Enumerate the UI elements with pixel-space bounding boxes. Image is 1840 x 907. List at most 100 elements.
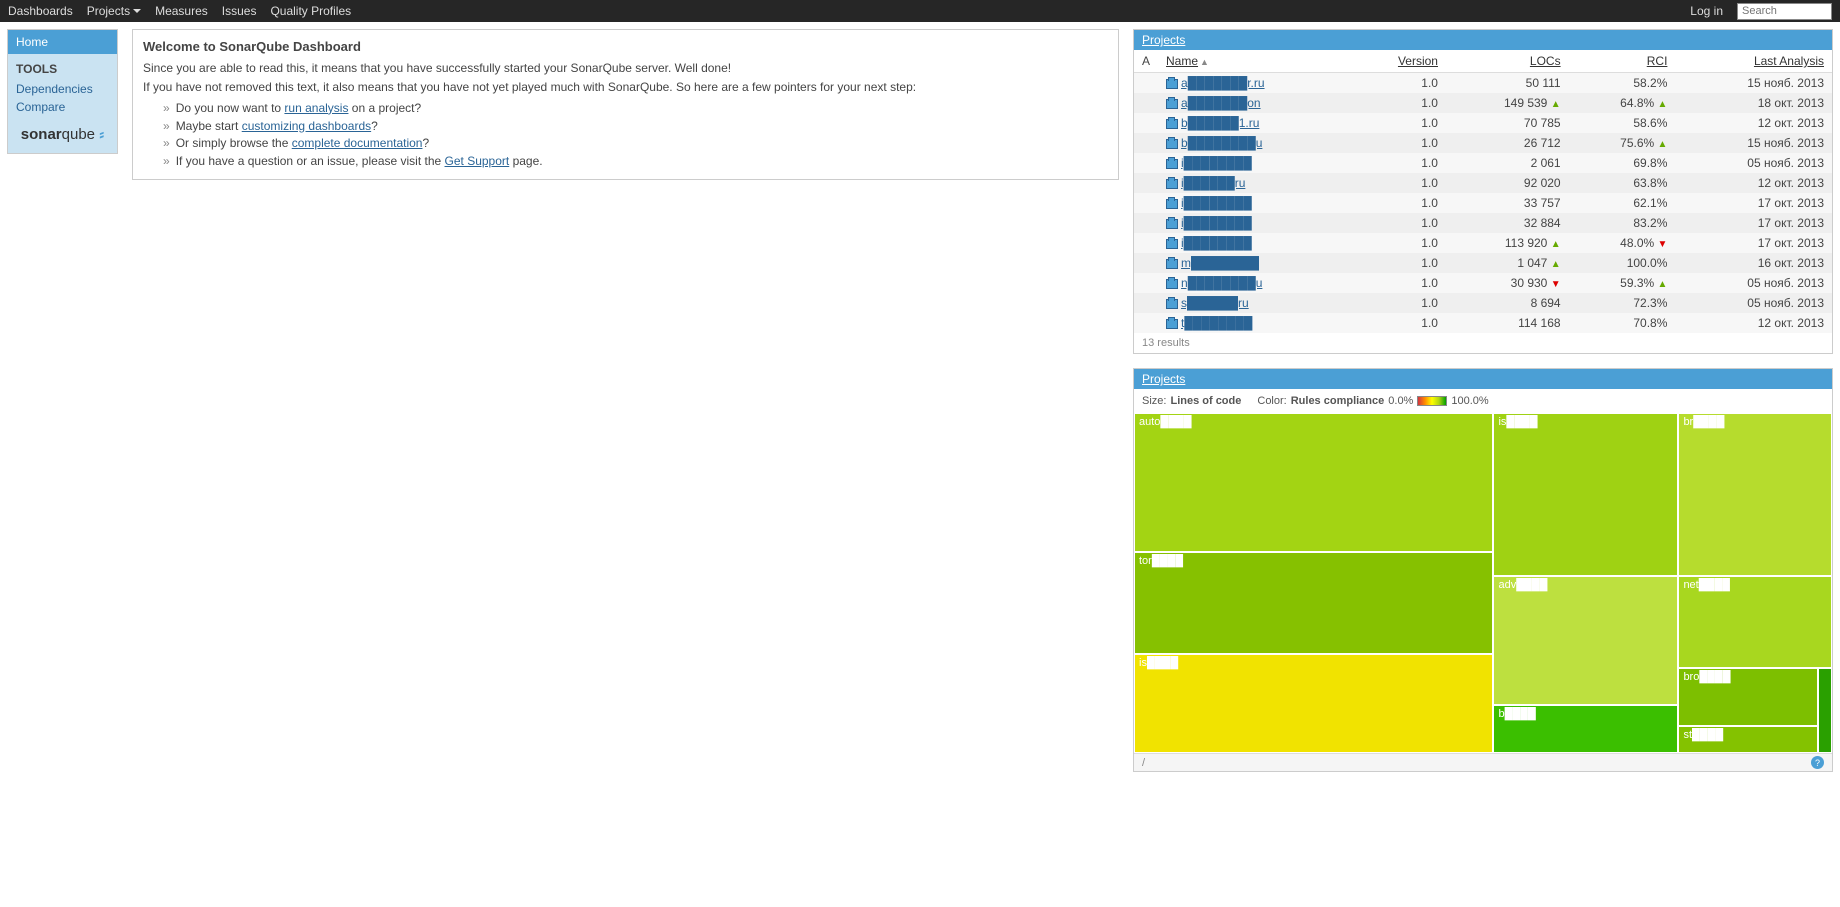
cell-rci: 58.2% bbox=[1569, 73, 1676, 94]
cell-date: 15 нояб. 2013 bbox=[1675, 73, 1832, 94]
cell-version: 1.0 bbox=[1351, 253, 1446, 273]
nav-quality-profiles[interactable]: Quality Profiles bbox=[270, 4, 351, 18]
cell-date: 15 нояб. 2013 bbox=[1675, 133, 1832, 153]
projects-table-footer: 13 results bbox=[1134, 333, 1832, 353]
project-name-link[interactable]: b██████1.ru bbox=[1181, 116, 1259, 130]
sidebar-home[interactable]: Home bbox=[8, 30, 117, 54]
cell-date: 16 окт. 2013 bbox=[1675, 253, 1832, 273]
help-icon[interactable]: ? bbox=[1811, 756, 1824, 769]
treemap-cell[interactable]: b████ bbox=[1493, 705, 1678, 753]
welcome-title: Welcome to SonarQube Dashboard bbox=[143, 38, 1108, 56]
project-icon bbox=[1166, 299, 1178, 309]
col-name[interactable]: Name bbox=[1166, 54, 1198, 68]
treemap-widget-header: Projects bbox=[1134, 369, 1832, 389]
cell-locs: 26 712 bbox=[1446, 133, 1569, 153]
treemap-cell[interactable]: net████ bbox=[1678, 576, 1832, 668]
sidebar-item-compare[interactable]: Compare bbox=[8, 98, 117, 116]
cell-rci: 75.6% ▲ bbox=[1569, 133, 1676, 153]
treemap-cell[interactable]: is████ bbox=[1493, 413, 1678, 576]
welcome-line1: Since you are able to read this, it mean… bbox=[143, 60, 1108, 77]
cell-version: 1.0 bbox=[1351, 173, 1446, 193]
treemap-chart: auto████tor████is████is████adv████b████b… bbox=[1134, 413, 1832, 753]
cell-version: 1.0 bbox=[1351, 233, 1446, 253]
treemap-cell[interactable]: auto████ bbox=[1134, 413, 1493, 552]
sonarqube-logo: sonarqube ⸗ bbox=[8, 116, 117, 153]
treemap-legend: Size: Lines of code Color: Rules complia… bbox=[1134, 389, 1832, 413]
table-row: m████████1.01 047 ▲100.0% 16 окт. 2013 bbox=[1134, 253, 1832, 273]
project-name-link[interactable]: i████████ bbox=[1181, 236, 1252, 250]
project-name-link[interactable]: t████████ bbox=[1181, 316, 1252, 330]
treemap-cell[interactable]: tor████ bbox=[1134, 552, 1493, 654]
main-content-right: Projects A Name▲ Version LOCs RCI Last A… bbox=[1133, 29, 1833, 772]
treemap-cell[interactable]: is████ bbox=[1134, 654, 1493, 753]
project-icon bbox=[1166, 219, 1178, 229]
project-name-link[interactable]: a███████on bbox=[1181, 96, 1261, 110]
project-name-link[interactable]: a███████r.ru bbox=[1181, 76, 1265, 90]
cell-locs: 114 168 bbox=[1446, 313, 1569, 333]
project-name-link[interactable]: m████████ bbox=[1181, 256, 1259, 270]
treemap-breadcrumb: / bbox=[1142, 757, 1145, 769]
project-name-link[interactable]: s██████ru bbox=[1181, 296, 1249, 310]
col-last-analysis[interactable]: Last Analysis bbox=[1754, 54, 1824, 68]
project-name-link[interactable]: i████████ bbox=[1181, 216, 1252, 230]
main-content-left: Welcome to SonarQube Dashboard Since you… bbox=[132, 29, 1119, 180]
cell-rci: 62.1% bbox=[1569, 193, 1676, 213]
welcome-pointer: Or simply browse the complete documentat… bbox=[163, 135, 1108, 152]
col-locs[interactable]: LOCs bbox=[1530, 54, 1561, 68]
treemap-cell[interactable]: adv████ bbox=[1493, 576, 1678, 705]
cell-date: 17 окт. 2013 bbox=[1675, 233, 1832, 253]
cell-rci: 48.0% ▼ bbox=[1569, 233, 1676, 253]
project-name-link[interactable]: n████████u bbox=[1181, 276, 1262, 290]
color-gradient-icon bbox=[1417, 396, 1447, 406]
cell-version: 1.0 bbox=[1351, 113, 1446, 133]
cell-version: 1.0 bbox=[1351, 73, 1446, 94]
welcome-link[interactable]: customizing dashboards bbox=[242, 119, 371, 133]
project-name-link[interactable]: b████████u bbox=[1181, 136, 1262, 150]
sidebar-tools-header: TOOLS bbox=[8, 54, 117, 80]
project-icon bbox=[1166, 239, 1178, 249]
nav-projects[interactable]: Projects bbox=[87, 4, 141, 18]
treemap-color-label: Color: bbox=[1257, 395, 1286, 407]
nav-measures[interactable]: Measures bbox=[155, 4, 208, 18]
treemap-cell[interactable]: br████ bbox=[1678, 413, 1832, 576]
cell-locs: 50 111 bbox=[1446, 73, 1569, 94]
welcome-link[interactable]: run analysis bbox=[284, 101, 348, 115]
cell-rci: 64.8% ▲ bbox=[1569, 93, 1676, 113]
nav-dashboards[interactable]: Dashboards bbox=[8, 4, 73, 18]
projects-table-widget: Projects A Name▲ Version LOCs RCI Last A… bbox=[1133, 29, 1833, 354]
treemap-scale-max: 100.0% bbox=[1451, 395, 1488, 407]
project-name-link[interactable]: i██████ru bbox=[1181, 176, 1245, 190]
sidebar-item-dependencies[interactable]: Dependencies bbox=[8, 80, 117, 98]
table-row: s██████ru1.08 694 72.3% 05 нояб. 2013 bbox=[1134, 293, 1832, 313]
col-rci[interactable]: RCI bbox=[1647, 54, 1668, 68]
table-row: i████████1.033 757 62.1% 17 окт. 2013 bbox=[1134, 193, 1832, 213]
welcome-link[interactable]: Get Support bbox=[445, 154, 510, 168]
project-name-link[interactable]: i████████ bbox=[1181, 156, 1252, 170]
login-link[interactable]: Log in bbox=[1690, 4, 1723, 18]
treemap-cell[interactable]: st████ bbox=[1678, 726, 1818, 753]
cell-version: 1.0 bbox=[1351, 153, 1446, 173]
table-row: i████████1.0113 920 ▲48.0% ▼17 окт. 2013 bbox=[1134, 233, 1832, 253]
treemap-size-label: Size: bbox=[1142, 395, 1166, 407]
treemap-header-link[interactable]: Projects bbox=[1142, 372, 1185, 386]
cell-locs: 32 884 bbox=[1446, 213, 1569, 233]
cell-locs: 30 930 ▼ bbox=[1446, 273, 1569, 293]
treemap-cell[interactable]: bro████ bbox=[1678, 668, 1818, 726]
welcome-link[interactable]: complete documentation bbox=[292, 136, 423, 150]
cell-date: 17 окт. 2013 bbox=[1675, 213, 1832, 233]
col-version[interactable]: Version bbox=[1398, 54, 1438, 68]
cell-rci: 70.8% bbox=[1569, 313, 1676, 333]
table-row: a███████on1.0149 539 ▲64.8% ▲18 окт. 201… bbox=[1134, 93, 1832, 113]
projects-header-link[interactable]: Projects bbox=[1142, 33, 1185, 47]
project-name-link[interactable]: i████████ bbox=[1181, 196, 1252, 210]
table-row: b████████u1.026 712 75.6% ▲15 нояб. 2013 bbox=[1134, 133, 1832, 153]
treemap-cell[interactable] bbox=[1818, 668, 1832, 753]
table-row: b██████1.ru1.070 785 58.6% 12 окт. 2013 bbox=[1134, 113, 1832, 133]
search-input[interactable] bbox=[1737, 3, 1832, 20]
nav-projects-label: Projects bbox=[87, 4, 130, 18]
project-icon bbox=[1166, 99, 1178, 109]
welcome-line2: If you have not removed this text, it al… bbox=[143, 79, 1108, 96]
cell-version: 1.0 bbox=[1351, 193, 1446, 213]
nav-issues[interactable]: Issues bbox=[222, 4, 257, 18]
table-row: a███████r.ru 1.050 111 58.2% 15 нояб. 201… bbox=[1134, 73, 1832, 94]
